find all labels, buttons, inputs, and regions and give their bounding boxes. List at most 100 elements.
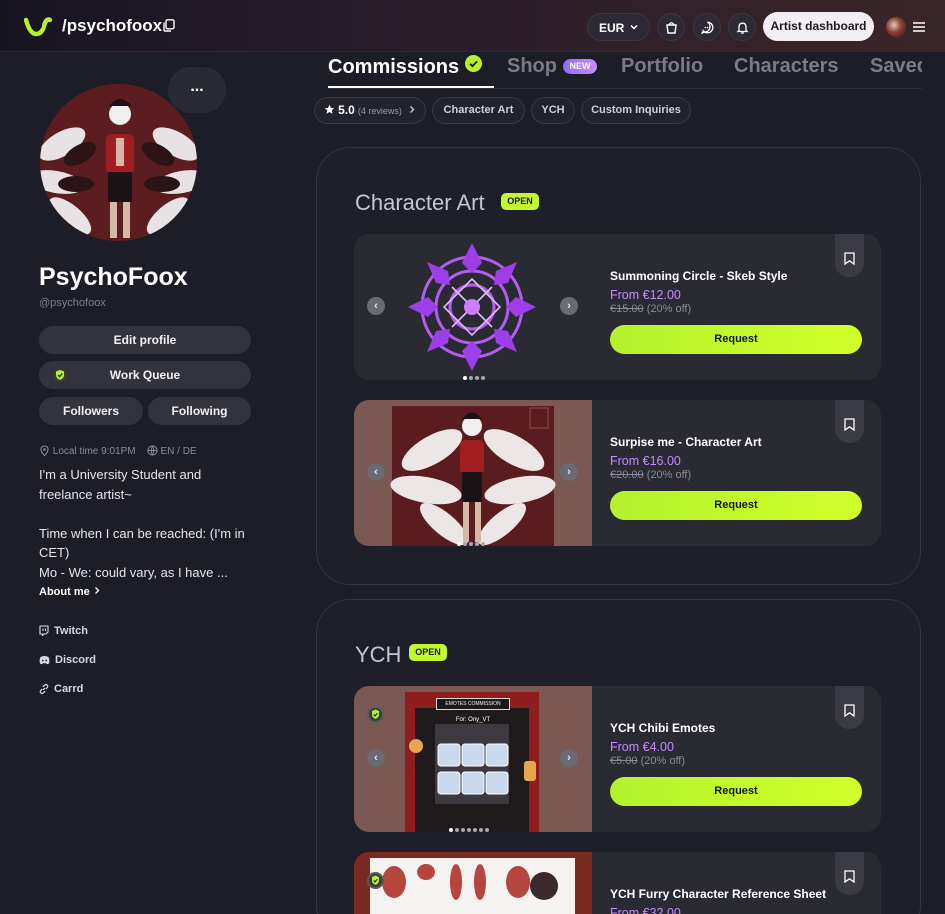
request-button[interactable]: Request bbox=[610, 325, 862, 354]
carousel-next-button[interactable]: › bbox=[560, 749, 578, 767]
commission-card[interactable]: ‹ › Surpise me - Character Art From €16.… bbox=[354, 400, 881, 546]
card-price: From €16.00 bbox=[610, 454, 681, 468]
verified-badge-icon bbox=[367, 872, 384, 889]
card-old-price: €5.00 (20% off) bbox=[610, 755, 685, 767]
link-icon bbox=[39, 683, 49, 695]
original-price: €20.00 bbox=[610, 469, 644, 481]
carousel-dots bbox=[457, 533, 487, 546]
card-image bbox=[354, 852, 592, 914]
section-title: Character Art bbox=[355, 190, 485, 215]
verified-check-icon bbox=[464, 55, 482, 72]
card-price: From €12.00 bbox=[610, 288, 681, 302]
carousel-prev-button[interactable]: ‹ bbox=[367, 297, 385, 315]
original-price: €5.00 bbox=[610, 755, 638, 767]
logo-icon[interactable] bbox=[24, 14, 52, 38]
edit-profile-button[interactable]: Edit profile bbox=[39, 326, 251, 354]
about-me-link[interactable]: About me bbox=[39, 586, 101, 598]
about-me-label: About me bbox=[39, 586, 90, 598]
commission-card[interactable]: ‹ › Summoning Circle - Skeb Style From €… bbox=[354, 234, 881, 380]
open-badge: OPEN bbox=[409, 644, 447, 661]
carousel-next-button[interactable]: › bbox=[560, 297, 578, 315]
chip-ych[interactable]: YCH bbox=[531, 97, 575, 124]
image-banner-text: EMOTES COMMISSION bbox=[436, 698, 510, 710]
rating-value: 5.0 bbox=[338, 103, 355, 117]
card-title: Summoning Circle - Skeb Style bbox=[610, 269, 788, 283]
card-image bbox=[354, 234, 592, 380]
carousel-prev-button[interactable]: ‹ bbox=[367, 749, 385, 767]
profile-name: PsychoFoox bbox=[39, 263, 188, 291]
artist-dashboard-button[interactable]: Artist dashboard bbox=[763, 12, 874, 41]
commission-card[interactable]: EMOTES COMMISSION For: Ony_VT ‹ › YCH Ch… bbox=[354, 686, 881, 832]
tab-shop[interactable]: Shop bbox=[507, 55, 557, 78]
open-badge: OPEN bbox=[501, 193, 539, 210]
bookmark-button[interactable] bbox=[835, 686, 864, 729]
bookmark-icon bbox=[844, 704, 855, 717]
bookmark-button[interactable] bbox=[835, 234, 864, 277]
local-time: Local time 9:01PM bbox=[52, 446, 136, 457]
carousel-prev-button[interactable]: ‹ bbox=[367, 463, 385, 481]
avatar[interactable] bbox=[886, 17, 906, 37]
more-options-button[interactable]: ... bbox=[168, 67, 226, 113]
top-bar: /psychofoox EUR Artist dashboard bbox=[0, 0, 945, 52]
chip-custom-inquiries[interactable]: Custom Inquiries bbox=[581, 97, 691, 124]
card-title: YCH Furry Character Reference Sheet bbox=[610, 887, 827, 901]
profile-avatar bbox=[40, 84, 197, 241]
following-button[interactable]: Following bbox=[148, 397, 251, 425]
profile-bio: I'm a University Student and freelance a… bbox=[39, 467, 245, 580]
menu-icon[interactable] bbox=[912, 21, 926, 33]
card-title: Surpise me - Character Art bbox=[610, 435, 762, 449]
chip-character-art[interactable]: Character Art bbox=[432, 97, 525, 124]
shield-check-icon bbox=[53, 368, 67, 382]
copy-icon[interactable] bbox=[163, 19, 175, 32]
twitch-icon bbox=[39, 625, 49, 637]
chat-icon bbox=[701, 21, 714, 34]
notifications-button[interactable] bbox=[728, 13, 756, 41]
bookmark-icon bbox=[844, 870, 855, 883]
tab-saved-clip: Saved bbox=[868, 55, 922, 85]
card-price: From €32.00 bbox=[610, 906, 681, 914]
tab-commissions[interactable]: Commissions bbox=[328, 55, 482, 79]
discord-icon bbox=[39, 656, 50, 665]
carrd-label: Carrd bbox=[54, 683, 84, 695]
bookmark-icon bbox=[844, 418, 855, 431]
discount: (20% off) bbox=[646, 303, 692, 315]
globe-icon bbox=[147, 445, 158, 456]
carousel-next-button[interactable]: › bbox=[560, 463, 578, 481]
languages: EN / DE bbox=[160, 446, 197, 457]
image-subtext: For: Ony_VT bbox=[455, 717, 491, 723]
twitch-label: Twitch bbox=[54, 625, 89, 637]
bookmark-button[interactable] bbox=[835, 400, 864, 443]
discount: (20% off) bbox=[646, 469, 692, 481]
request-button[interactable]: Request bbox=[610, 777, 862, 806]
messages-button[interactable] bbox=[693, 13, 721, 41]
card-title: YCH Chibi Emotes bbox=[610, 721, 716, 735]
chevron-right-icon bbox=[94, 587, 100, 594]
twitch-link[interactable]: Twitch bbox=[39, 625, 88, 637]
rating-chip[interactable]: 5.0 (4 reviews) bbox=[314, 97, 426, 124]
request-button[interactable]: Request bbox=[610, 491, 862, 520]
bookmark-button[interactable] bbox=[835, 852, 864, 895]
discord-label: Discord bbox=[55, 654, 96, 666]
cart-button[interactable] bbox=[657, 13, 685, 41]
currency-select[interactable]: EUR bbox=[587, 13, 650, 41]
currency-value: EUR bbox=[599, 21, 625, 35]
location-icon bbox=[40, 445, 49, 457]
card-image: EMOTES COMMISSION For: Ony_VT bbox=[354, 686, 592, 832]
bell-icon bbox=[736, 22, 749, 34]
commission-card[interactable]: YCH Furry Character Reference Sheet From… bbox=[354, 852, 881, 914]
verified-badge-icon bbox=[367, 706, 384, 723]
discord-link[interactable]: Discord bbox=[39, 654, 96, 666]
chevron-right-icon bbox=[409, 106, 415, 113]
chevron-down-icon bbox=[630, 24, 638, 30]
profile-meta: Local time 9:01PM EN / DE bbox=[39, 445, 197, 457]
tab-characters[interactable]: Characters bbox=[734, 55, 839, 78]
followers-button[interactable]: Followers bbox=[39, 397, 143, 425]
carrd-link[interactable]: Carrd bbox=[39, 683, 83, 695]
tab-commissions-label: Commissions bbox=[328, 56, 460, 78]
bag-icon bbox=[666, 22, 677, 34]
new-badge: NEW bbox=[563, 59, 597, 74]
tab-portfolio[interactable]: Portfolio bbox=[621, 55, 703, 78]
bookmark-icon bbox=[844, 252, 855, 265]
work-queue-button[interactable]: Work Queue bbox=[39, 361, 251, 389]
tab-saved[interactable]: Saved bbox=[870, 55, 922, 78]
